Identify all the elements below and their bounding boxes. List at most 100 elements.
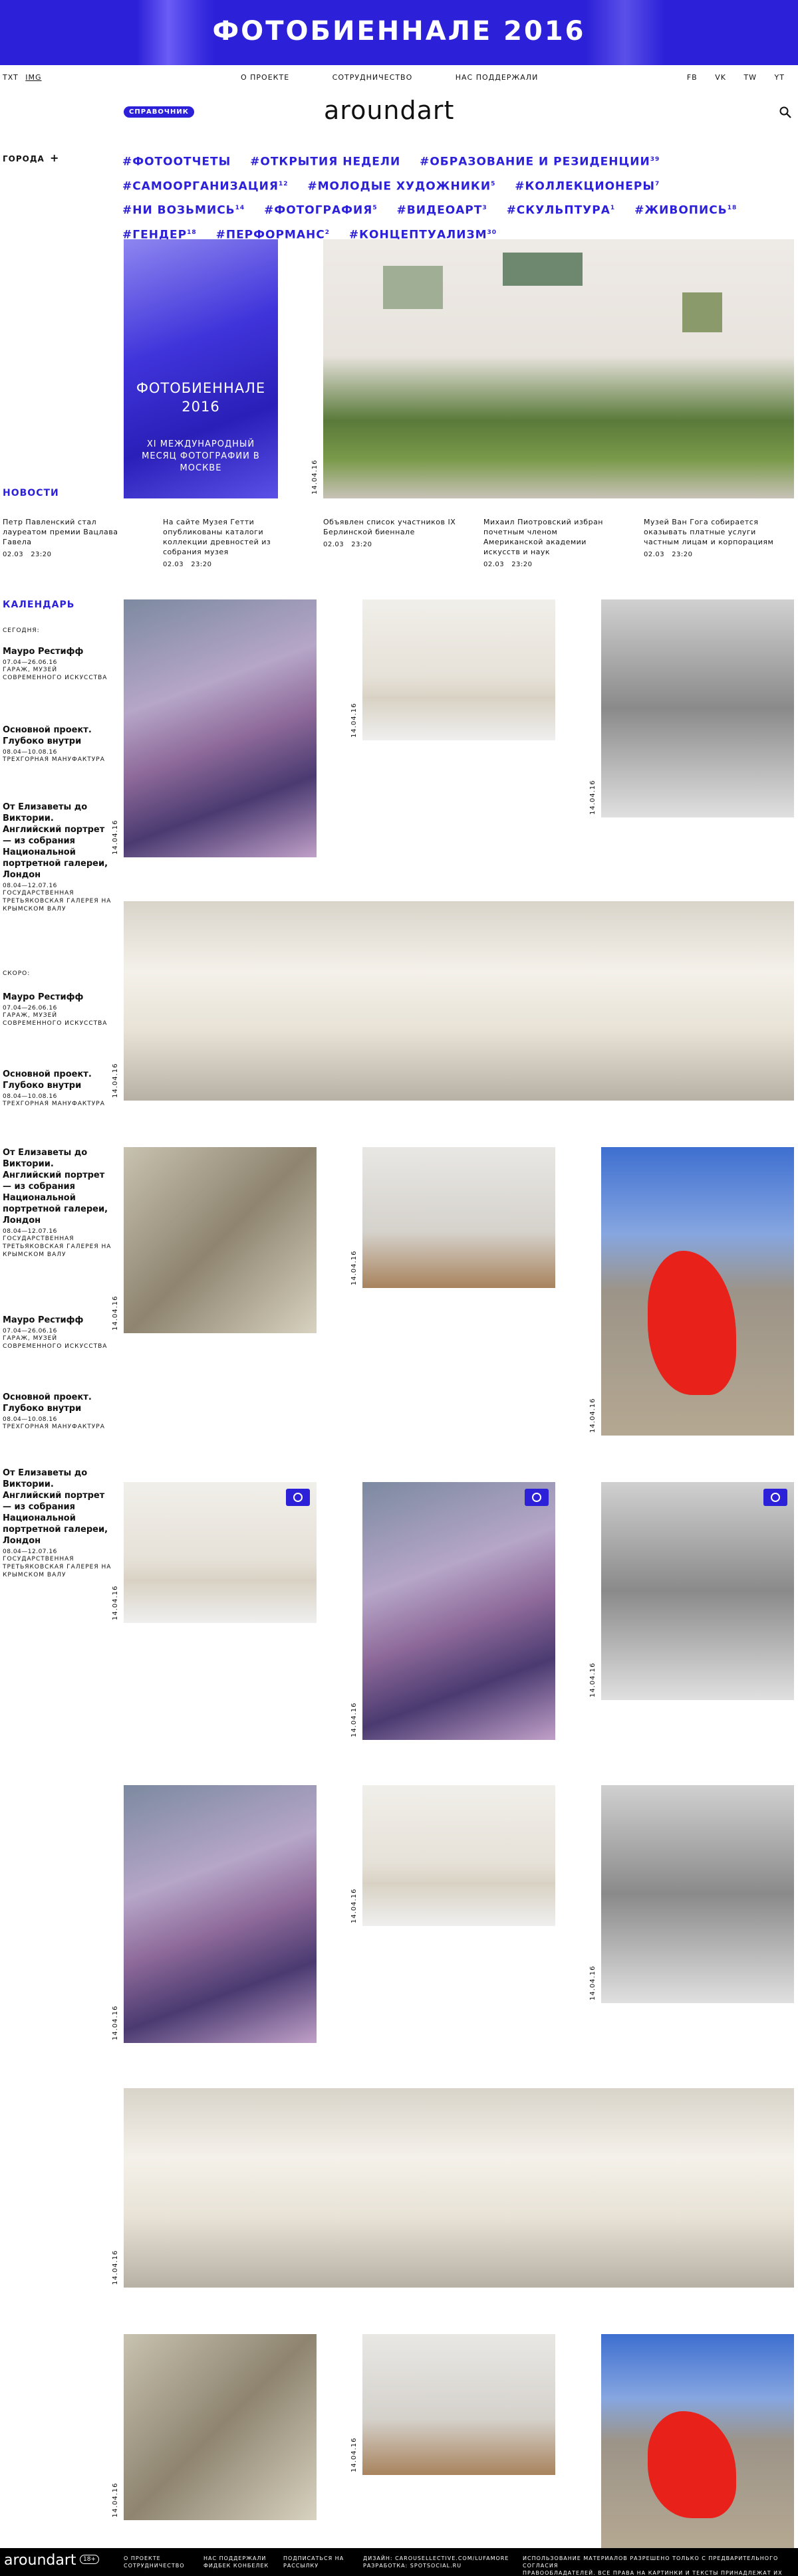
vk-link[interactable]: VK xyxy=(715,73,726,82)
calendar-event[interactable]: Основной проект. Глубоко внутри 08.04—10… xyxy=(3,1392,112,1431)
footer: aroundart 18+ О ПРОЕКТЕ СОТРУДНИЧЕСТВО Н… xyxy=(0,2548,798,2576)
artwork-thumbnail[interactable] xyxy=(601,1147,794,1436)
calendar-event[interactable]: Мауро Рестифф 07.04—26.06.16 ГАРАЖ, МУЗЕ… xyxy=(3,1315,112,1350)
youtube-link[interactable]: YT xyxy=(775,73,785,82)
footer-credit-dev[interactable]: РАЗРАБОТКА: SPOTSOCIAL.RU xyxy=(363,2562,509,2569)
artwork-thumbnail[interactable] xyxy=(601,1482,794,1700)
plus-icon: + xyxy=(50,152,60,164)
top-nav: О ПРОЕКТЕ СОТРУДНИЧЕСТВО НАС ПОДДЕРЖАЛИ xyxy=(241,73,578,82)
calendar-event[interactable]: Мауро Рестифф 07.04—26.06.16 ГАРАЖ, МУЗЕ… xyxy=(3,992,112,1027)
camera-icon xyxy=(763,1489,787,1506)
tag-item[interactable]: #ОТКРЫТИЯ НЕДЕЛИ xyxy=(250,149,400,173)
artwork-thumbnail[interactable] xyxy=(362,1147,555,1288)
footer-copyright: ИСПОЛЬЗОВАНИЕ МАТЕРИАЛОВ РАЗРЕШЕНО ТОЛЬК… xyxy=(523,2555,783,2576)
news-item[interactable]: Объявлен список участников IX Берлинской… xyxy=(323,517,456,550)
tag-item[interactable]: #ОБРАЗОВАНИЕ И РЕЗИДЕНЦИИ39 xyxy=(420,149,660,173)
artwork-thumbnail[interactable] xyxy=(362,2334,555,2475)
footer-link-cooperation[interactable]: СОТРУДНИЧЕСТВО xyxy=(124,2562,185,2569)
nav-item-cooperation[interactable]: СОТРУДНИЧЕСТВО xyxy=(332,73,413,82)
footer-credit-design[interactable]: ДИЗАЙН: CAROUSELLECTIVE.COM/LUFAMORE xyxy=(363,2555,509,2562)
twitter-link[interactable]: TW xyxy=(743,73,757,82)
cities-menu[interactable]: ГОРОДА + xyxy=(3,152,59,164)
date-label: 14.04.16 xyxy=(112,1063,119,1098)
date-label: 14.04.16 xyxy=(350,702,358,738)
nav-item-about[interactable]: О ПРОЕКТЕ xyxy=(241,73,289,82)
news-item[interactable]: Михаил Пиотровский избран почетным члено… xyxy=(483,517,616,570)
facebook-link[interactable]: FB xyxy=(687,73,698,82)
news-item[interactable]: На сайте Музея Гетти опубликованы катало… xyxy=(163,517,296,570)
tag-item[interactable]: #САМООРГАНИЗАЦИЯ12 xyxy=(122,173,288,198)
footer-credits: ДИЗАЙН: CAROUSELLECTIVE.COM/LUFAMORE РАЗ… xyxy=(363,2555,509,2569)
artwork-thumbnail[interactable] xyxy=(124,2334,317,2520)
date-label: 14.04.16 xyxy=(589,1662,597,1697)
top-banner[interactable]: ФОТОБИЕННАЛЕ 2016 xyxy=(0,0,798,65)
today-label: СЕГОДНЯ: xyxy=(3,627,40,634)
artwork-thumbnail[interactable] xyxy=(124,901,794,1101)
tag-item[interactable]: #ФОТООТЧЕТЫ xyxy=(122,149,231,173)
date-label: 14.04.16 xyxy=(350,1250,358,1285)
lang-txt[interactable]: TXT xyxy=(3,73,19,82)
artwork-thumbnail[interactable] xyxy=(124,599,317,857)
tag-item[interactable]: #ЖИВОПИСЬ18 xyxy=(634,197,737,222)
footer-link-subscribe[interactable]: ПОДПИСАТЬСЯ НА xyxy=(283,2555,344,2562)
calendar-event[interactable]: От Елизаветы до Виктории. Английский пор… xyxy=(3,1147,112,1259)
cities-label: ГОРОДА xyxy=(3,154,45,163)
search-icon[interactable] xyxy=(779,106,791,118)
tag-item[interactable]: #КОЛЛЕКЦИОНЕРЫ7 xyxy=(515,173,660,198)
tag-item[interactable]: #СКУЛЬПТУРА1 xyxy=(507,197,616,222)
calendar-event[interactable]: От Елизаветы до Виктории. Английский пор… xyxy=(3,1467,112,1579)
camera-icon xyxy=(286,1489,310,1506)
lang-switch: TXT IMG xyxy=(3,73,46,82)
feature-banner[interactable]: ФОТОБИЕННАЛЕ 2016 XI МЕЖДУНАРОДНЫЙ МЕСЯЦ… xyxy=(124,239,278,498)
calendar-heading[interactable]: КАЛЕНДАРЬ xyxy=(3,599,74,610)
artwork-thumbnail[interactable] xyxy=(362,1785,555,1926)
date-label: 14.04.16 xyxy=(112,1295,119,1331)
calendar-event[interactable]: Основной проект. Глубоко внутри 08.04—10… xyxy=(3,724,112,764)
artwork-thumbnail[interactable] xyxy=(124,2088,794,2288)
calendar-event[interactable]: От Елизаветы до Виктории. Английский пор… xyxy=(3,802,112,913)
calendar-event[interactable]: Основной проект. Глубоко внутри 08.04—10… xyxy=(3,1069,112,1108)
news-item[interactable]: Петр Павленский стал лауреатом премии Ва… xyxy=(3,517,136,560)
date-label: 14.04.16 xyxy=(350,2437,358,2472)
tag-cloud: #ФОТООТЧЕТЫ #ОТКРЫТИЯ НЕДЕЛИ #ОБРАЗОВАНИ… xyxy=(122,149,794,247)
feature-subtitle: XI МЕЖДУНАРОДНЫЙ МЕСЯЦ ФОТОГРАФИИ В МОСК… xyxy=(142,439,260,473)
date-label: 14.04.16 xyxy=(350,1888,358,1923)
date-label: 14.04.16 xyxy=(350,1702,358,1737)
artwork-thumbnail[interactable] xyxy=(362,599,555,740)
footer-link-supporters[interactable]: НАС ПОДДЕРЖАЛИ xyxy=(203,2555,269,2562)
date-label: 14.04.16 xyxy=(589,1398,597,1433)
banner-title: ФОТОБИЕННАЛЕ 2016 xyxy=(212,16,586,47)
date-label: 14.04.16 xyxy=(112,819,119,855)
feature-title: ФОТОБИЕННАЛЕ 2016 xyxy=(136,380,266,415)
news-heading[interactable]: НОВОСТИ xyxy=(3,488,59,498)
news-item[interactable]: Музей Ван Гога собирается оказывать плат… xyxy=(644,517,777,560)
footer-links: О ПРОЕКТЕ СОТРУДНИЧЕСТВО xyxy=(124,2555,185,2569)
date-label: 14.04.16 xyxy=(112,2250,119,2285)
tag-item[interactable]: #ВИДЕОАРТ3 xyxy=(397,197,487,222)
directory-button[interactable]: СПРАВОЧНИК xyxy=(124,106,194,118)
footer-links: ПОДПИСАТЬСЯ НА РАССЫЛКУ xyxy=(283,2555,344,2569)
footer-link-feedback[interactable]: ФИДБЕК КОНБЕЛЕК xyxy=(203,2562,269,2569)
date-label: 14.04.16 xyxy=(589,780,597,815)
tag-item[interactable]: #НИ ВОЗЬМИСЬ14 xyxy=(122,197,245,222)
lang-img[interactable]: IMG xyxy=(25,73,41,82)
calendar-event[interactable]: Мауро Рестифф 07.04—26.06.16 ГАРАЖ, МУЗЕ… xyxy=(3,646,112,682)
age-badge: 18+ xyxy=(80,2555,99,2564)
header: TXT IMG О ПРОЕКТЕ СОТРУДНИЧЕСТВО НАС ПОД… xyxy=(0,70,798,88)
nav-item-supporters[interactable]: НАС ПОДДЕРЖАЛИ xyxy=(456,73,539,82)
footer-logo[interactable]: aroundart xyxy=(4,2552,76,2569)
artwork-thumbnail[interactable] xyxy=(362,1482,555,1740)
gallery-room-photo[interactable] xyxy=(323,239,794,498)
footer-link-subscribe-2[interactable]: РАССЫЛКУ xyxy=(283,2562,344,2569)
artwork-thumbnail[interactable] xyxy=(601,1785,794,2003)
artwork-thumbnail[interactable] xyxy=(124,1147,317,1333)
footer-link-about[interactable]: О ПРОЕКТЕ xyxy=(124,2555,185,2562)
tag-item[interactable]: #МОЛОДЫЕ ХУДОЖНИКИ5 xyxy=(307,173,495,198)
social-links: FB VK TW YT xyxy=(672,73,785,82)
site-logo[interactable]: aroundart xyxy=(324,96,454,125)
artwork-thumbnail[interactable] xyxy=(124,1785,317,2043)
tag-item[interactable]: #ФОТОГРАФИЯ5 xyxy=(264,197,378,222)
artwork-thumbnail[interactable] xyxy=(601,599,794,817)
date-label: 14.04.16 xyxy=(311,459,319,494)
artwork-thumbnail[interactable] xyxy=(601,2334,794,2548)
